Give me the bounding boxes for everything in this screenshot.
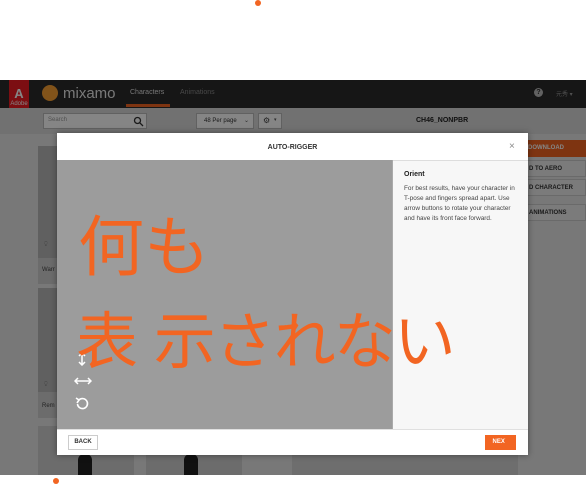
dialog-title: AUTO-RIGGER — [267, 144, 318, 151]
rig-preview-viewport[interactable] — [57, 160, 393, 429]
next-button[interactable]: NEXT — [485, 435, 516, 450]
reset-rotation-icon[interactable] — [74, 396, 90, 412]
rotate-arrows-icon[interactable] — [74, 352, 90, 366]
panel-heading: Orient — [404, 171, 425, 178]
annotation-dot-top — [255, 0, 261, 6]
horizontal-arrows-icon[interactable] — [74, 375, 92, 387]
back-button[interactable]: BACK — [68, 435, 98, 450]
dialog-footer: BACK NEXT — [57, 429, 528, 455]
auto-rigger-dialog: AUTO-RIGGER × Orient For best results, h… — [57, 133, 528, 455]
annotation-dot-bottom — [53, 478, 59, 484]
screenshot-root: { "app": { "brand": "mixamo", "adobe_log… — [0, 0, 586, 484]
orient-instructions-panel: Orient For best results, have your chara… — [393, 160, 528, 429]
close-icon[interactable]: × — [509, 141, 515, 152]
panel-description: For best results, have your character in… — [404, 185, 515, 222]
